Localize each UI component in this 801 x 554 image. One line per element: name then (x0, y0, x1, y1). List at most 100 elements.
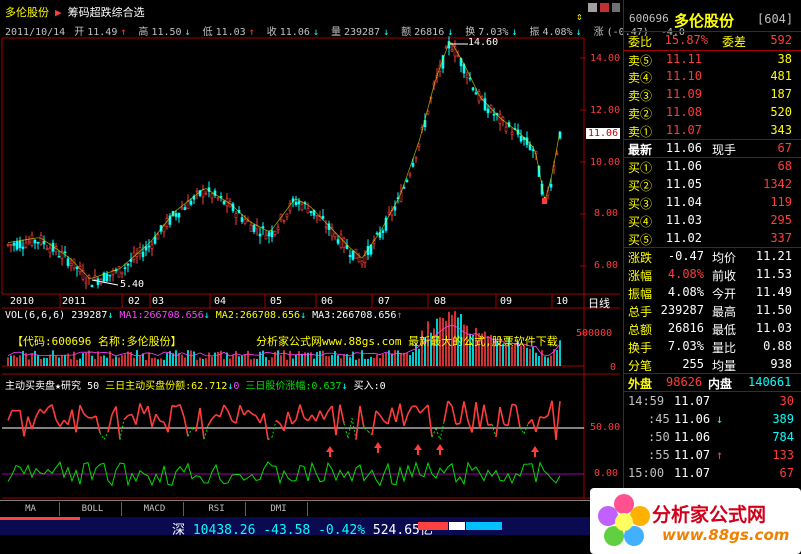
candle-body (339, 234, 343, 248)
indicator-main-line (235, 405, 241, 424)
close-icon[interactable] (600, 3, 609, 12)
sell-row-3[interactable]: 卖③ 11.09 187 (624, 86, 801, 104)
buy-row-2[interactable]: 买② 11.05 1342 (624, 176, 801, 194)
indicator-main-line (67, 409, 73, 425)
high-price-marker: 14.60 (468, 37, 499, 48)
buy-arrow-icon (531, 446, 539, 457)
chart-canvas[interactable] (0, 0, 620, 500)
tab-ma[interactable]: MA (2, 502, 60, 516)
candle-body (363, 255, 367, 263)
indicator-main-line (79, 404, 85, 415)
candle-body (483, 98, 487, 111)
sell-row-4[interactable]: 卖④ 11.10 481 (624, 68, 801, 86)
candle-body (156, 234, 160, 240)
indicator-main-line (519, 427, 525, 434)
time-axis-label: 03 (152, 296, 165, 307)
indicator-main-line (7, 410, 13, 421)
stat-row: 分笔 255 均量 938 (628, 357, 792, 373)
volume-header: VOL(6,6,6) 239287↓ MA1:266708.656↓ MA2:2… (5, 310, 403, 321)
flower-logo-icon (598, 494, 650, 546)
candle-body (360, 260, 364, 265)
indicator-main-line (403, 413, 409, 427)
candle-body (306, 208, 310, 214)
period-label[interactable]: 日线 (588, 295, 610, 311)
market-label: 深 (172, 523, 186, 538)
candle-body (282, 220, 286, 222)
indicator-main-line (539, 416, 545, 419)
indicator-main-line (319, 410, 325, 420)
candle-body (195, 190, 199, 193)
candle-body (9, 244, 13, 246)
buy-row-4[interactable]: 买④ 11.03 295 (624, 212, 801, 230)
candle-body (222, 200, 226, 205)
formula-arrow-icon[interactable]: ▶ (55, 6, 62, 19)
indicator-main-line (439, 421, 445, 440)
candle-body (258, 233, 262, 237)
tab-dmi[interactable]: DMI (250, 502, 308, 516)
indicator-main-line (331, 405, 337, 436)
indicator-main-line (339, 404, 345, 424)
indicator-main-line (35, 408, 41, 417)
buy-row-5[interactable]: 买⑤ 11.02 337 (624, 230, 801, 248)
candle-body (492, 113, 496, 116)
candle-body (189, 200, 193, 205)
sell-row-1[interactable]: 卖① 11.07 343 (624, 122, 801, 140)
tick-row: 15:00 11.07 67 (628, 466, 794, 480)
tick-row: 14:59 11.07 30 (628, 394, 794, 408)
sell-row-5[interactable]: 卖⑤ 11.11 38 (624, 51, 801, 69)
tab-rsi[interactable]: RSI (188, 502, 246, 516)
indicator-main-line (315, 410, 321, 422)
candle-body (264, 234, 268, 240)
time-axis-label: 10 (556, 296, 569, 307)
scroll-icon[interactable] (612, 3, 620, 12)
indicator-main-line (31, 416, 37, 430)
candle-body (336, 239, 340, 244)
indicator-main-line (227, 410, 233, 422)
candle-body (147, 245, 151, 248)
indicator-main-line (515, 405, 521, 428)
sell-row-2[interactable]: 卖② 11.08 520 (624, 104, 801, 122)
candle-body (24, 242, 28, 248)
time-axis-label: 2011 (62, 296, 87, 307)
indicator-main-line (139, 403, 145, 415)
indicator-main-line (71, 409, 77, 433)
candle-body (21, 246, 25, 249)
logo-title: 分析家公式网 (652, 504, 767, 526)
indicator-main-line (499, 406, 505, 425)
candle-body (234, 213, 238, 218)
waipan-row: 外盘 98626 内盘 140661 (628, 375, 792, 391)
time-axis-label: 09 (500, 296, 513, 307)
market-index-bar[interactable]: 深 10438.26 -43.58 -0.42% 524.65亿 (0, 517, 620, 538)
volume-watermark-site: 分析家公式网www.88gs.com 最新最大的公式,股票软件下载 (256, 335, 558, 348)
minimize-icon[interactable] (588, 3, 597, 12)
formula-name[interactable]: 筹码超跌综合选 (68, 6, 145, 19)
indicator-main-line (171, 404, 177, 408)
indicator-main-line (355, 406, 361, 440)
indicator-main-line (43, 407, 49, 414)
time-axis-label: 07 (378, 296, 391, 307)
price-axis-label: 10.00 (590, 157, 621, 168)
buy-row-3[interactable]: 买③ 11.04 119 (624, 194, 801, 212)
candle-body (249, 224, 253, 232)
lock-icon[interactable]: ⇕ (576, 10, 583, 23)
candle-body (48, 247, 52, 254)
candle-body (549, 183, 553, 188)
candle-body (66, 258, 70, 266)
low-price-marker: 5.40 (120, 279, 145, 290)
indicator-main-line (467, 420, 473, 433)
tab-boll[interactable]: BOLL (64, 502, 122, 516)
indicator-main-line (211, 414, 217, 420)
tab-macd[interactable]: MACD (126, 502, 184, 516)
ohlc-vol: 239287 (343, 27, 381, 38)
buy-row-1[interactable]: 买① 11.06 68 (624, 158, 801, 176)
candle-body (309, 210, 313, 213)
candle-body (531, 149, 535, 151)
indicator-main-line (475, 402, 481, 430)
stat-row: 涨幅 4.08% 前收 11.53 (628, 267, 792, 283)
candle-body (465, 74, 469, 78)
candle-body (357, 257, 361, 263)
logo-url[interactable]: www.88gs.com (662, 526, 789, 544)
indicator-tabs: MA BOLL MACD RSI DMI (0, 500, 600, 516)
ohlc-amt: 26816 (414, 27, 445, 38)
candle-body (375, 232, 379, 235)
